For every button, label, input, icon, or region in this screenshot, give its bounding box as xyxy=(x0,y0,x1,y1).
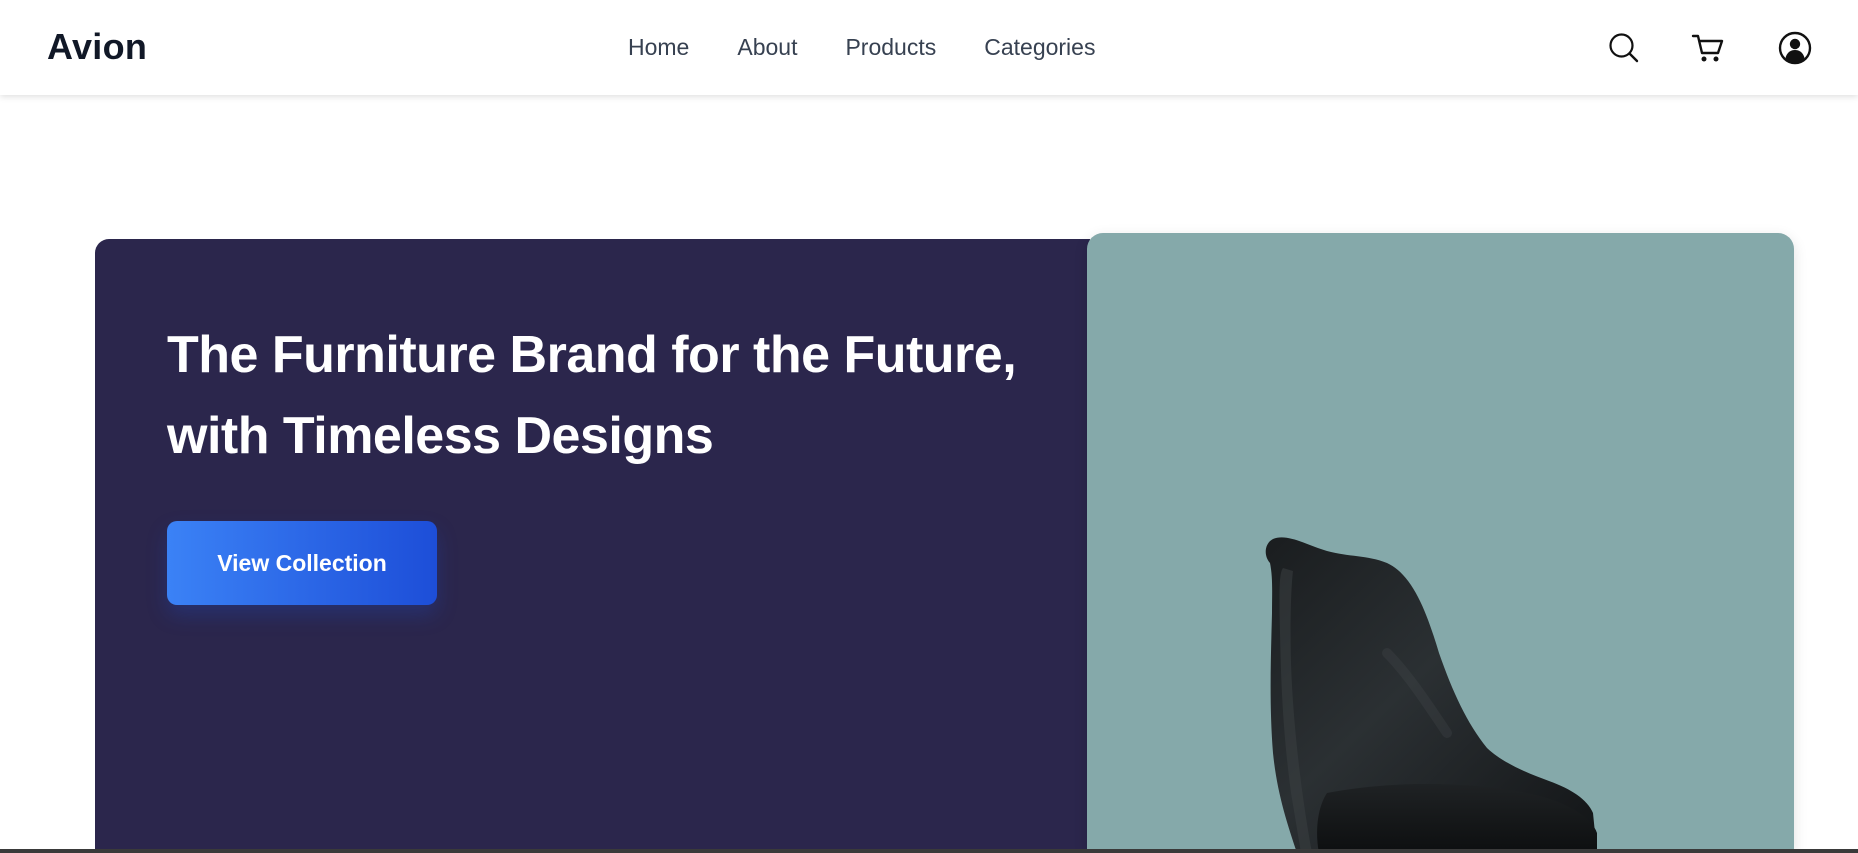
search-icon[interactable] xyxy=(1606,30,1642,66)
hero-title-line-1: The Furniture Brand for the Future, xyxy=(167,326,1017,384)
nav-link-home[interactable]: Home xyxy=(628,33,689,61)
top-navbar: Avion Home About Products Categories xyxy=(0,0,1858,95)
hero-title-line-2: with Timeless Designs xyxy=(167,407,714,465)
main-nav: Home About Products Categories xyxy=(628,33,1095,61)
chair-image xyxy=(1265,537,1597,853)
nav-link-products[interactable]: Products xyxy=(845,33,936,61)
bottom-divider xyxy=(0,849,1858,853)
cart-icon[interactable] xyxy=(1690,30,1726,66)
hero-title: The Furniture Brand for the Future, with… xyxy=(167,315,1067,477)
brand-logo[interactable]: Avion xyxy=(47,26,147,68)
view-collection-button[interactable]: View Collection xyxy=(167,521,437,605)
hero-panel: The Furniture Brand for the Future, with… xyxy=(95,239,1090,853)
user-icon[interactable] xyxy=(1777,30,1813,66)
nav-link-categories[interactable]: Categories xyxy=(984,33,1095,61)
nav-link-about[interactable]: About xyxy=(737,33,797,61)
hero-image-panel xyxy=(1087,233,1794,853)
